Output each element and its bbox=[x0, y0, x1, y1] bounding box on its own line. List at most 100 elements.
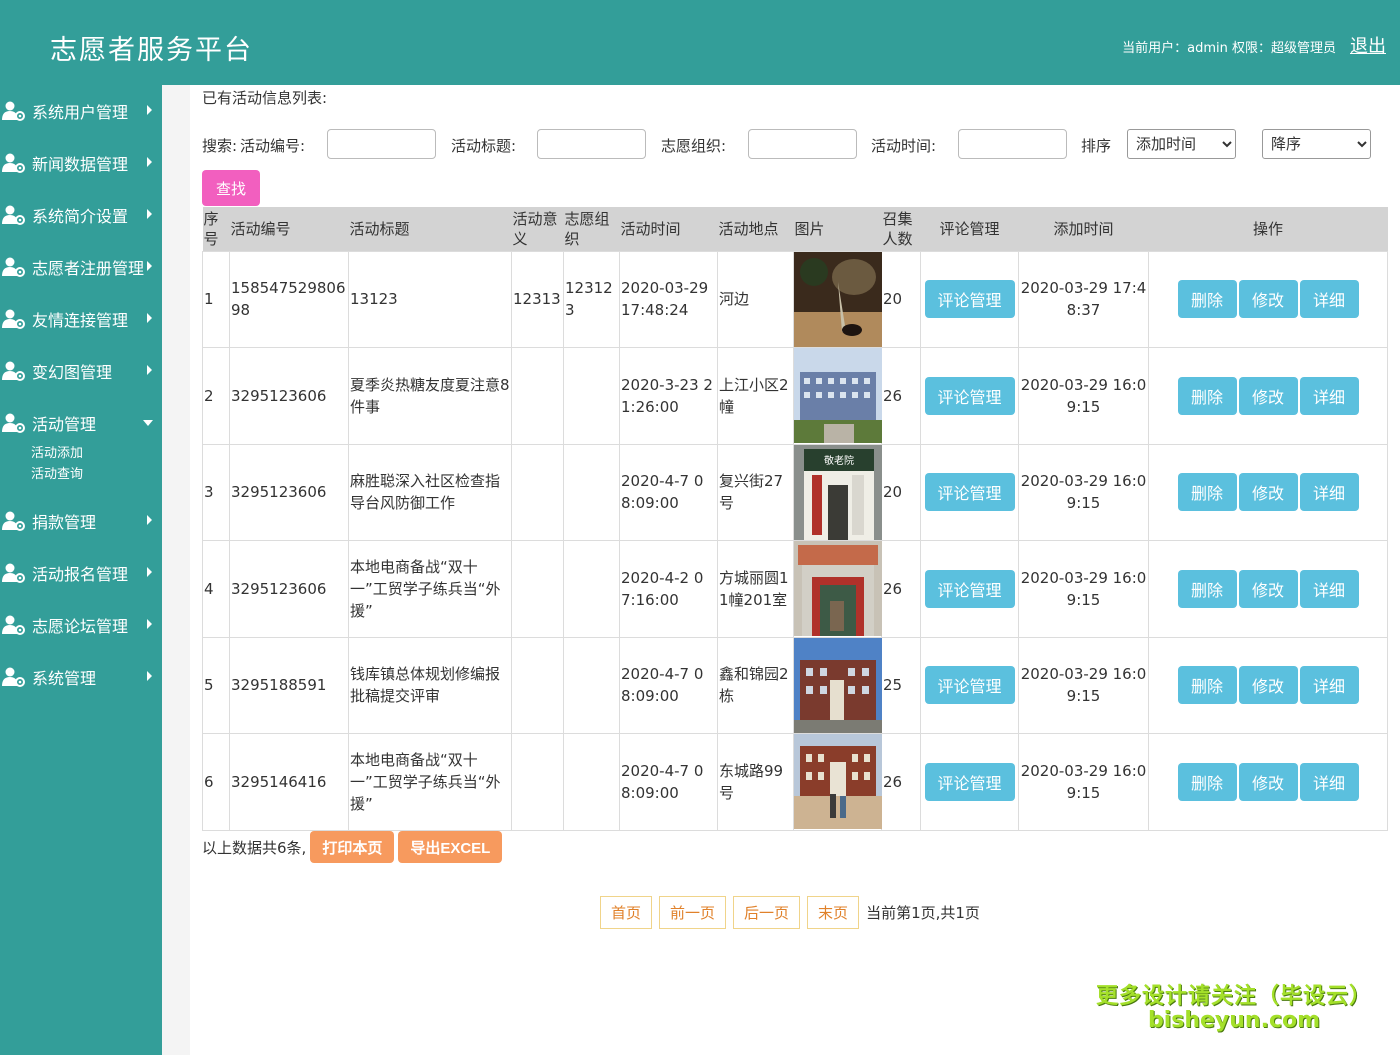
cell-image bbox=[793, 733, 882, 831]
detail-button[interactable]: 详细 bbox=[1299, 569, 1359, 608]
delete-button[interactable]: 删除 bbox=[1177, 666, 1237, 705]
table-header-row: 序号 活动编号 活动标题 活动意义 志愿组织 活动时间 活动地点 图片 召集人数 评论管理 添加时间… bbox=[202, 207, 1388, 251]
sidebar-item-label: 活动报名管理 bbox=[32, 565, 129, 584]
sidebar-item[interactable]: 活动管理 bbox=[0, 397, 162, 449]
detail-button[interactable]: 详细 bbox=[1299, 666, 1359, 705]
cell-image bbox=[793, 250, 882, 348]
delete-button[interactable]: 删除 bbox=[1177, 376, 1237, 415]
edit-button[interactable]: 修改 bbox=[1238, 666, 1298, 705]
search-prefix: 搜索: bbox=[202, 137, 238, 155]
column-header: 活动时间 bbox=[619, 207, 718, 251]
user-settings-icon bbox=[2, 256, 26, 278]
cell-activity-time: 2020-4-7 08:09:00 bbox=[619, 733, 718, 831]
search-form: 搜索: 活动编号: 活动标题: 志愿组织: 活动时间: 排序 添加时间 降序 bbox=[202, 129, 1392, 161]
cell-place: 鑫和锦园2栋 bbox=[717, 636, 794, 734]
cell-count: 26 bbox=[881, 540, 921, 638]
sidebar-item[interactable]: 志愿论坛管理 bbox=[0, 599, 162, 651]
page-info: 当前第1页,共1页 bbox=[866, 904, 980, 922]
caret-right-icon bbox=[147, 105, 152, 115]
cell-activity-no: 15854752980698 bbox=[229, 250, 349, 348]
logout-link[interactable]: 退出 bbox=[1350, 32, 1386, 58]
cell-activity-time: 2020-4-7 08:09:00 bbox=[619, 443, 718, 541]
cell-added-time: 2020-03-29 16:09:15 bbox=[1018, 347, 1149, 445]
sort-field-select[interactable]: 添加时间 bbox=[1127, 129, 1236, 159]
gutter bbox=[162, 85, 190, 1055]
cell-seq: 3 bbox=[202, 443, 230, 541]
caret-right-icon bbox=[147, 671, 152, 681]
sidebar-item[interactable]: 系统管理 bbox=[0, 651, 162, 703]
prev-page-button[interactable]: 前一页 bbox=[659, 896, 727, 929]
main-content: 已有活动信息列表: 搜索: 活动编号: 活动标题: 志愿组织: 活动时间: 排序… bbox=[190, 85, 1400, 1055]
edit-button[interactable]: 修改 bbox=[1238, 762, 1298, 801]
sidebar-item[interactable]: 友情连接管理 bbox=[0, 293, 162, 345]
caret-down-icon bbox=[143, 420, 153, 426]
cell-org bbox=[563, 733, 620, 831]
detail-button[interactable]: 详细 bbox=[1299, 376, 1359, 415]
cell-activity-time: 2020-03-29 17:48:24 bbox=[619, 250, 718, 348]
next-page-button[interactable]: 后一页 bbox=[733, 896, 801, 929]
submenu-item[interactable]: 活动查询 bbox=[31, 464, 162, 485]
cell-actions: 删除 修改 详细 bbox=[1148, 540, 1388, 638]
caret-right-icon bbox=[147, 365, 152, 375]
delete-button[interactable]: 删除 bbox=[1177, 569, 1237, 608]
sidebar-item[interactable]: 系统简介设置 bbox=[0, 189, 162, 241]
edit-button[interactable]: 修改 bbox=[1238, 280, 1298, 319]
print-button[interactable]: 打印本页 bbox=[310, 831, 395, 863]
sidebar-item[interactable]: 新闻数据管理 bbox=[0, 137, 162, 189]
org-input[interactable] bbox=[748, 129, 857, 159]
detail-button[interactable]: 详细 bbox=[1299, 473, 1359, 512]
last-page-button[interactable]: 末页 bbox=[807, 896, 860, 929]
delete-button[interactable]: 删除 bbox=[1177, 280, 1237, 319]
comment-manage-button[interactable]: 评论管理 bbox=[924, 666, 1015, 705]
sidebar-item-label: 活动管理 bbox=[32, 415, 97, 434]
cell-activity-title: 麻胜聪深入社区检查指导台风防御工作 bbox=[348, 443, 512, 541]
cell-actions: 删除 修改 详细 bbox=[1148, 443, 1388, 541]
cell-count: 20 bbox=[881, 443, 921, 541]
edit-button[interactable]: 修改 bbox=[1238, 376, 1298, 415]
cell-activity-title: 本地电商备战“双十一”工贸学子练兵当“外援” bbox=[348, 733, 512, 831]
first-page-button[interactable]: 首页 bbox=[600, 896, 653, 929]
detail-button[interactable]: 详细 bbox=[1299, 762, 1359, 801]
sort-order-select[interactable]: 降序 bbox=[1262, 129, 1371, 159]
sidebar-item[interactable]: 活动报名管理 bbox=[0, 547, 162, 599]
sidebar-item[interactable]: 系统用户管理 bbox=[0, 85, 162, 137]
user-settings-icon bbox=[2, 360, 26, 382]
svg-text:敬老院: 敬老院 bbox=[824, 454, 854, 467]
watermark-line2: bisheyun.com bbox=[1147, 1008, 1321, 1033]
find-button[interactable]: 查找 bbox=[202, 170, 260, 206]
delete-button[interactable]: 删除 bbox=[1177, 473, 1237, 512]
user-info: 当前用户：admin 权限：超级管理员 bbox=[1122, 41, 1336, 56]
cell-seq: 2 bbox=[202, 347, 230, 445]
activity-time-input[interactable] bbox=[958, 129, 1067, 159]
edit-button[interactable]: 修改 bbox=[1238, 569, 1298, 608]
column-header: 召集人数 bbox=[881, 207, 921, 251]
activity-time-label: 活动时间: bbox=[871, 137, 937, 155]
edit-button[interactable]: 修改 bbox=[1238, 473, 1298, 512]
comment-manage-button[interactable]: 评论管理 bbox=[924, 376, 1015, 415]
sidebar-item[interactable]: 变幻图管理 bbox=[0, 345, 162, 397]
column-header: 添加时间 bbox=[1018, 207, 1149, 251]
cell-activity-time: 2020-4-7 08:09:00 bbox=[619, 636, 718, 734]
detail-button[interactable]: 详细 bbox=[1299, 280, 1359, 319]
delete-button[interactable]: 删除 bbox=[1177, 762, 1237, 801]
cell-actions: 删除 修改 详细 bbox=[1148, 250, 1388, 348]
column-header: 活动标题 bbox=[348, 207, 512, 251]
comment-manage-button[interactable]: 评论管理 bbox=[924, 473, 1015, 512]
cell-added-time: 2020-03-29 16:09:15 bbox=[1018, 540, 1149, 638]
org-label: 志愿组织: bbox=[661, 137, 727, 155]
sidebar-item[interactable]: 捐款管理 bbox=[0, 495, 162, 547]
cell-actions: 删除 修改 详细 bbox=[1148, 636, 1388, 734]
sidebar-item[interactable]: 志愿者注册管理 bbox=[0, 241, 162, 293]
cell-seq: 1 bbox=[202, 250, 230, 348]
cell-activity-title: 钱库镇总体规划修编报批稿提交评审 bbox=[348, 636, 512, 734]
export-excel-button[interactable]: 导出EXCEL bbox=[398, 831, 503, 863]
user-settings-icon bbox=[2, 412, 26, 434]
comment-manage-button[interactable]: 评论管理 bbox=[924, 280, 1015, 319]
activity-title-input[interactable] bbox=[537, 129, 646, 159]
comment-manage-button[interactable]: 评论管理 bbox=[924, 762, 1015, 801]
activity-no-input[interactable] bbox=[327, 129, 436, 159]
comment-manage-button[interactable]: 评论管理 bbox=[924, 569, 1015, 608]
cell-count: 26 bbox=[881, 347, 921, 445]
cell-activity-title: 13123 bbox=[348, 250, 512, 348]
cell-added-time: 2020-03-29 17:48:37 bbox=[1018, 250, 1149, 348]
